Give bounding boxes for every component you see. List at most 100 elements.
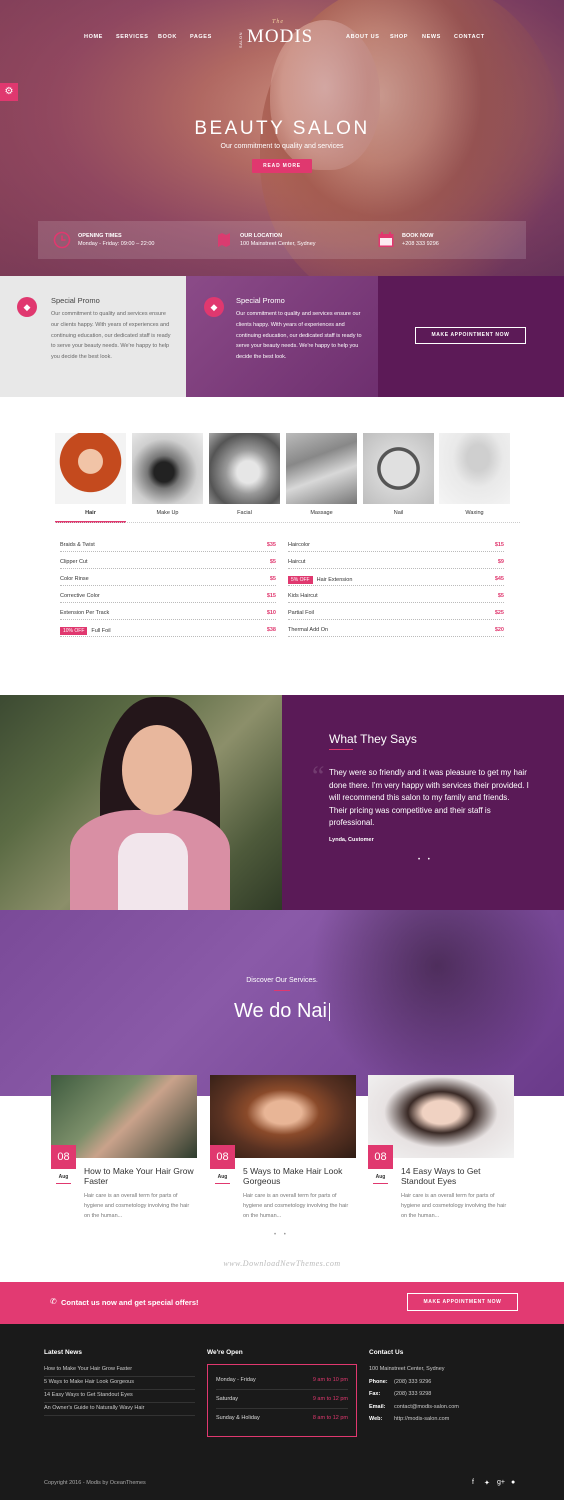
contact-fax: Fax: (208) 333 9298: [369, 1391, 432, 1397]
price-row: Color Rinse $5: [60, 574, 276, 586]
nav-shop[interactable]: SHOP: [390, 34, 408, 40]
discount-badge: 10% OFF: [60, 627, 88, 635]
cta-bar: ✆ Contact us now and get special offers!…: [0, 1282, 564, 1324]
blog-card[interactable]: 08 Aug 14 Easy Ways to Get Standout Eyes…: [368, 1075, 514, 1219]
tag-icon: ◆: [17, 297, 37, 317]
footer: Latest News How to Make Your Hair Grow F…: [0, 1324, 564, 1500]
footer-news-title: Latest News: [44, 1349, 82, 1356]
hero-section: HOME SERVICES BOOK PAGES ABOUT US SHOP N…: [0, 0, 564, 276]
nail-image: [363, 433, 434, 504]
hours-row: Sunday & Holiday 8 am to 12 pm: [216, 1415, 348, 1421]
calendar-icon: [378, 232, 394, 247]
price-row: Braids & Twist $35: [60, 540, 276, 552]
testimonial-text: They were so friendly and it was pleasur…: [329, 768, 529, 827]
map-pin-icon: [218, 233, 230, 247]
tab-nail[interactable]: Nail: [363, 433, 434, 516]
hero-title: BEAUTY SALON: [194, 118, 370, 139]
hero-subtitle: Our commitment to quality and services: [220, 143, 344, 150]
hair-image: [55, 433, 126, 504]
post-title[interactable]: How to Make Your Hair Grow Faster: [84, 1166, 194, 1186]
post-date: 08 Aug: [51, 1145, 76, 1185]
post-excerpt: Hair care is an overall term for parts o…: [84, 1193, 190, 1219]
facebook-icon[interactable]: f: [472, 1479, 474, 1486]
blog-card[interactable]: 08 Aug How to Make Your Hair Grow Faster…: [51, 1075, 197, 1219]
settings-gear-icon[interactable]: ⚙: [0, 83, 18, 101]
tab-waxing[interactable]: Waxing: [439, 433, 510, 516]
nav-home[interactable]: HOME: [84, 34, 103, 40]
post-excerpt: Hair care is an overall term for parts o…: [243, 1193, 349, 1219]
testimonial-section: What They Says “ They were so friendly a…: [0, 695, 564, 910]
footer-contact-title: Contact Us: [369, 1349, 404, 1356]
post-title[interactable]: 5 Ways to Make Hair Look Gorgeous: [243, 1166, 353, 1186]
discover-title: We do Nai: [0, 1000, 564, 1023]
clock-icon: [53, 231, 71, 249]
promo-text: Our commitment to quality and services e…: [236, 311, 362, 361]
price-row: 10% OFF Full Foil $38: [60, 625, 276, 637]
read-more-button[interactable]: READ MORE: [252, 159, 312, 173]
price-row: Haircut $9: [288, 557, 504, 569]
tab-facial[interactable]: Facial: [209, 433, 280, 516]
phone-icon: ✆: [50, 1297, 57, 1306]
discount-badge: 5% OFF: [288, 576, 313, 584]
tag-icon: ◆: [204, 297, 224, 317]
tab-massage[interactable]: Massage: [286, 433, 357, 516]
nav-services[interactable]: SERVICES: [116, 34, 149, 40]
tab-make-up[interactable]: Make Up: [132, 433, 203, 516]
testimonial-pager[interactable]: • •: [418, 857, 433, 863]
price-row: Clipper Cut $5: [60, 557, 276, 569]
nav-book[interactable]: BOOK: [158, 34, 177, 40]
testimonial-panel: What They Says “ They were so friendly a…: [282, 695, 564, 910]
github-icon[interactable]: ●: [511, 1479, 515, 1486]
copyright-text: Copyright 2016 - Modis by OceanThemes: [44, 1480, 146, 1486]
hours-row: Saturday 9 am to 12 pm: [216, 1390, 348, 1409]
contact-web[interactable]: Web: http://modis-salon.com: [369, 1416, 449, 1422]
footer-news-link[interactable]: An Owner's Guide to Naturally Wavy Hair: [44, 1403, 195, 1416]
promo-title: Special Promo: [236, 296, 285, 305]
testimonial-author: Lynda, Customer: [329, 837, 374, 843]
discover-subtitle: Discover Our Services.: [246, 977, 318, 984]
price-row: Extension Per Track $10: [60, 608, 276, 620]
tab-hair[interactable]: Hair: [55, 433, 126, 523]
make-appointment-button[interactable]: MAKE APPOINTMENT NOW: [415, 327, 526, 344]
facial-image: [209, 433, 280, 504]
contact-phone: Phone: (208) 333 9296: [369, 1379, 432, 1385]
watermark-text: www.DownloadNewThemes.com: [223, 1259, 341, 1268]
nav-pages[interactable]: PAGES: [190, 34, 212, 40]
opening-hours-box: Monday - Friday 9 am to 10 pm Saturday 9 a…: [207, 1364, 357, 1437]
discover-section: Discover Our Services. We do Nai: [0, 910, 564, 1096]
cta-text: Contact us now and get special offers!: [61, 1298, 199, 1307]
promo-text: Our commitment to quality and services e…: [51, 311, 171, 361]
waxing-image: [439, 433, 510, 504]
price-row: Haircolor $15: [288, 540, 504, 552]
nav-news[interactable]: NEWS: [422, 34, 441, 40]
hours-row: Monday - Friday 9 am to 10 pm: [216, 1371, 348, 1390]
testimonial-title: What They Says: [329, 732, 417, 746]
contact-email[interactable]: Email: contact@modis-salon.com: [369, 1404, 459, 1410]
makeup-image: [132, 433, 203, 504]
price-row: Partial Foil $25: [288, 608, 504, 620]
testimonial-photo: [0, 695, 282, 910]
post-title[interactable]: 14 Easy Ways to Get Standout Eyes: [401, 1166, 511, 1186]
cta-appointment-button[interactable]: MAKE APPOINTMENT NOW: [407, 1293, 518, 1311]
footer-news-link[interactable]: 14 Easy Ways to Get Standout Eyes: [44, 1390, 195, 1403]
promo-appointment: MAKE APPOINTMENT NOW: [378, 276, 564, 397]
massage-image: [286, 433, 357, 504]
footer-open-title: We're Open: [207, 1349, 243, 1356]
post-excerpt: Hair care is an overall term for parts o…: [401, 1193, 507, 1219]
nav-contact[interactable]: CONTACT: [454, 34, 485, 40]
google-plus-icon[interactable]: g+: [497, 1479, 505, 1486]
footer-news-link[interactable]: How to Make Your Hair Grow Faster: [44, 1364, 195, 1377]
blog-pager[interactable]: • •: [274, 1232, 289, 1238]
footer-address: 100 Mainstreet Center, Sydney: [369, 1366, 445, 1372]
promo-title: Special Promo: [51, 296, 100, 305]
promo-card-2: ◆ Special Promo Our commitment to qualit…: [186, 276, 378, 397]
price-row: Kids Haircut $5: [288, 591, 504, 603]
footer-news-link[interactable]: 5 Ways to Make Hair Look Gorgeous: [44, 1377, 195, 1390]
price-row: 5% OFF Hair Extension $45: [288, 574, 504, 586]
post-date: 08 Aug: [210, 1145, 235, 1185]
twitter-icon[interactable]: ✦: [484, 1479, 490, 1487]
nav-about[interactable]: ABOUT US: [346, 34, 380, 40]
blog-card[interactable]: 08 Aug 5 Ways to Make Hair Look Gorgeous…: [210, 1075, 356, 1219]
post-date: 08 Aug: [368, 1145, 393, 1185]
promo-card-1: ◆ Special Promo Our commitment to qualit…: [0, 276, 186, 397]
